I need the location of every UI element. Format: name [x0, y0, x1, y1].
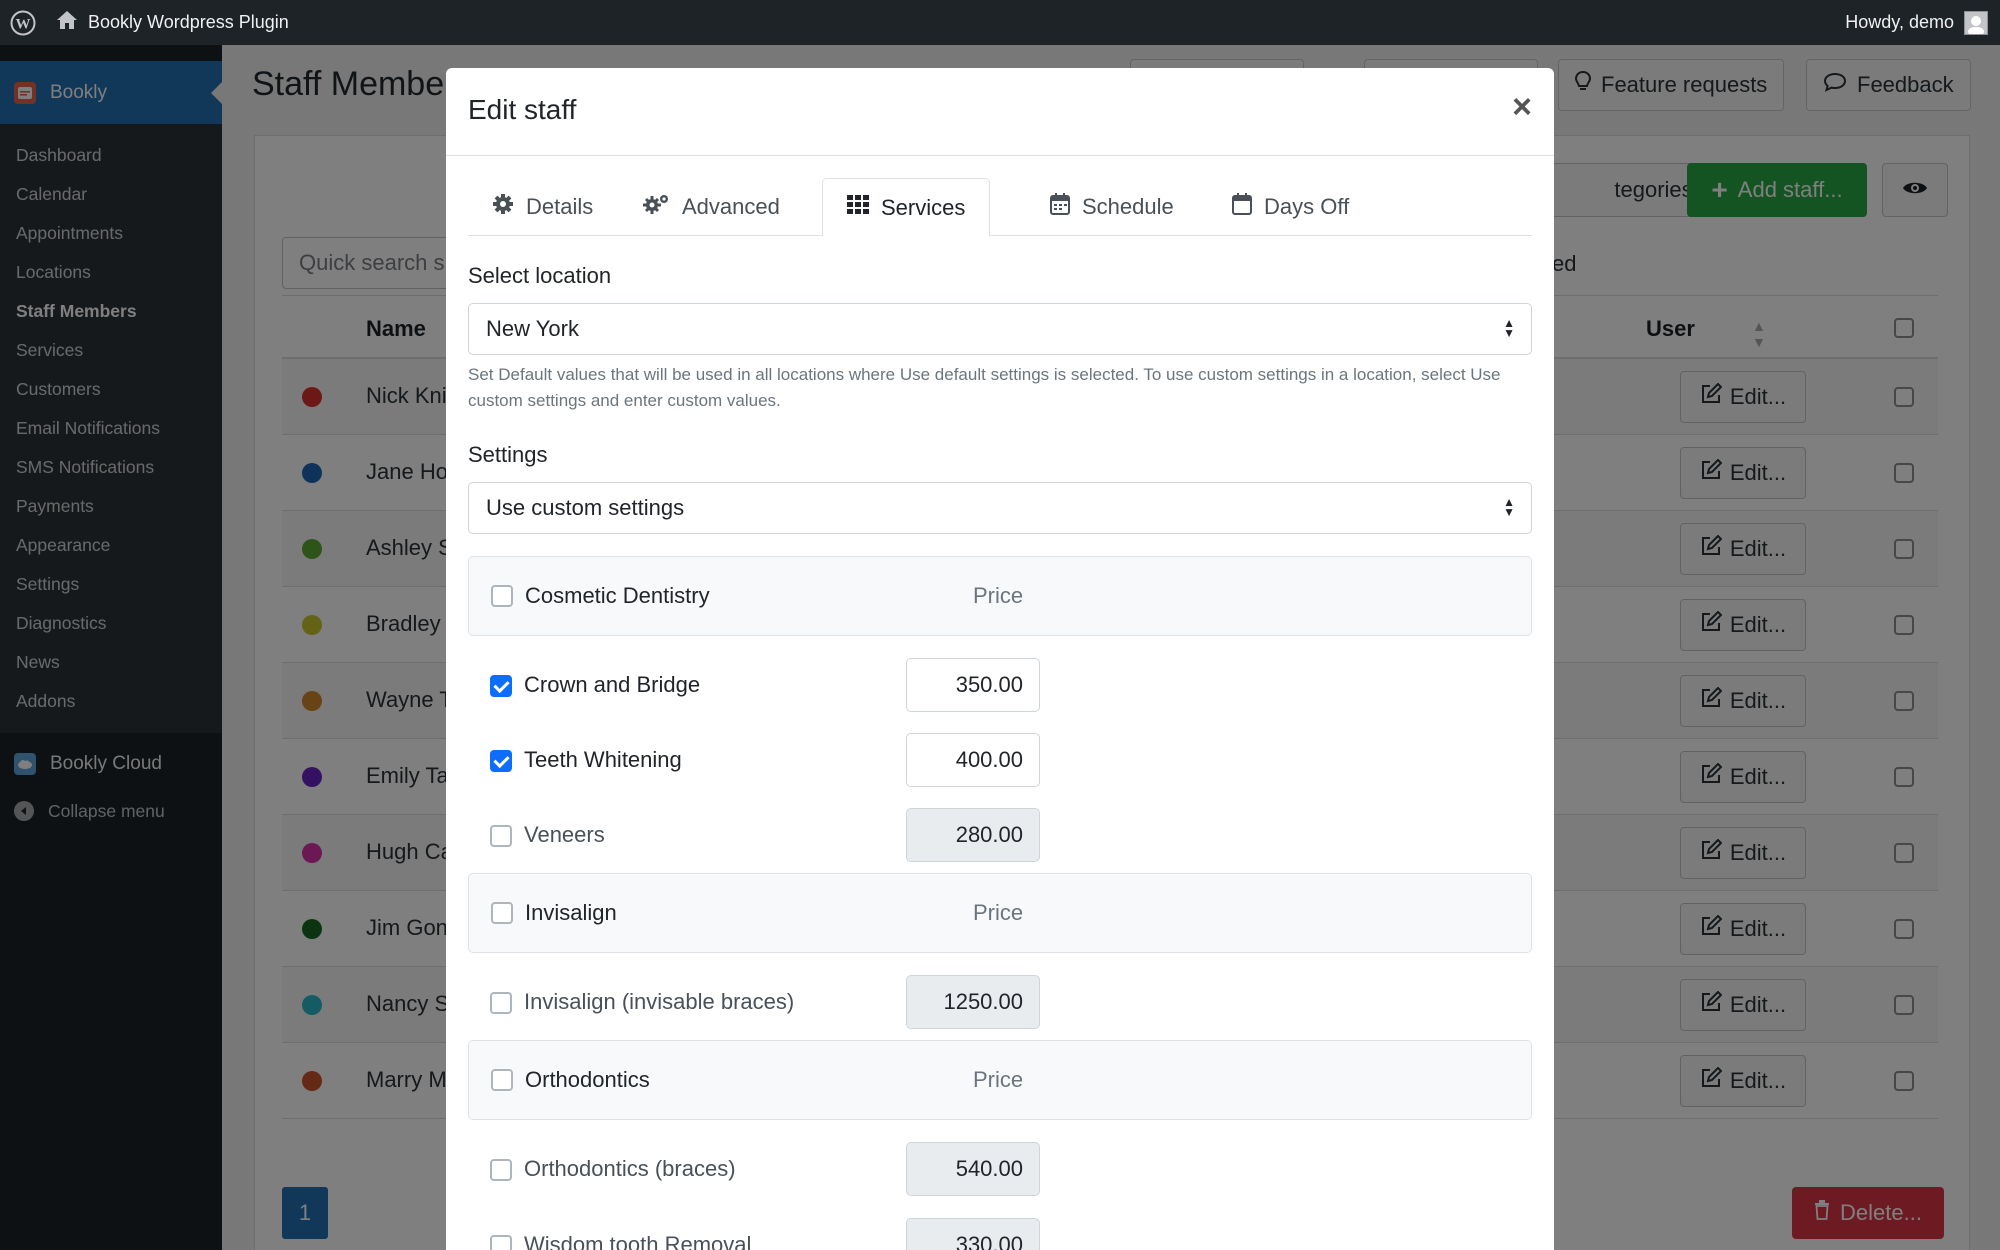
site-name: Bookly Wordpress Plugin [88, 12, 289, 32]
site-name-link[interactable]: Bookly Wordpress Plugin [46, 0, 299, 45]
tab-label: Schedule [1082, 194, 1174, 219]
service-price-input[interactable]: 1250.00 [906, 975, 1040, 1029]
price-header: Price [973, 583, 1024, 608]
close-icon[interactable]: × [1512, 90, 1532, 124]
modal-header: Edit staff × [446, 68, 1554, 156]
admin-bar: W Bookly Wordpress Plugin Howdy, demo [0, 0, 2000, 45]
modal-title: Edit staff [468, 94, 577, 125]
service-checkbox[interactable] [490, 825, 512, 847]
service-checkbox[interactable] [490, 992, 512, 1014]
settings-select-value: Use custom settings [486, 495, 685, 520]
location-select-value: New York [486, 316, 579, 341]
home-icon [56, 10, 78, 35]
tab-details[interactable]: Details [468, 178, 617, 236]
howdy-text: Howdy, demo [1845, 12, 1954, 32]
location-help-text: Set Default values that will be used in … [468, 365, 1501, 410]
tab-label: Details [526, 194, 594, 219]
grid-icon [847, 194, 869, 221]
service-price-input[interactable]: 400.00 [906, 733, 1040, 787]
settings-select[interactable]: Use custom settings ▲ ▼ [468, 482, 1532, 534]
service-row: Teeth Whitening 400.00 [490, 733, 1532, 787]
category-name: Invisalign [525, 900, 617, 925]
user-menu[interactable]: Howdy, demo [1845, 0, 1988, 45]
gear-icon [492, 193, 514, 221]
tab-label: Advanced [682, 194, 780, 219]
category-checkbox[interactable] [491, 1069, 513, 1091]
service-row: Wisdom tooth Removal 330.00 [490, 1218, 1532, 1250]
service-row: Crown and Bridge 350.00 [490, 658, 1532, 712]
service-price-input[interactable]: 330.00 [906, 1218, 1040, 1250]
category-card: Cosmetic Dentistry Price [468, 556, 1532, 636]
tab-schedule[interactable]: Schedule [1026, 178, 1198, 236]
service-row: Orthodontics (braces) 540.00 [490, 1142, 1532, 1196]
service-checkbox[interactable] [490, 750, 512, 772]
service-name: Wisdom tooth Removal [524, 1232, 752, 1250]
service-checkbox[interactable] [490, 675, 512, 697]
gears-icon [642, 193, 670, 221]
service-row: Veneers 280.00 [490, 808, 1532, 862]
price-header: Price [973, 1067, 1024, 1092]
tab-advanced[interactable]: Advanced [618, 178, 804, 236]
category-card: Orthodontics Price [468, 1040, 1532, 1120]
price-header: Price [973, 900, 1024, 925]
location-select[interactable]: New York ▲ ▼ [468, 303, 1532, 355]
tab-services[interactable]: Services [822, 178, 991, 237]
service-name: Veneers [524, 822, 605, 847]
category-checkbox[interactable] [491, 585, 513, 607]
tab-days-off[interactable]: Days Off [1208, 178, 1373, 236]
select-caret-icon: ▲ ▼ [1503, 495, 1515, 519]
svg-text:W: W [16, 16, 31, 32]
service-price-input[interactable]: 280.00 [906, 808, 1040, 862]
modal-tabs: Details Advanced Services Schedule Days … [468, 178, 1532, 237]
service-name: Orthodontics (braces) [524, 1156, 736, 1181]
service-price-input[interactable]: 540.00 [906, 1142, 1040, 1196]
calendar-blank-icon [1232, 193, 1252, 221]
service-row: Invisalign (invisable braces) 1250.00 [490, 975, 1532, 1029]
select-caret-icon: ▲ ▼ [1503, 316, 1515, 340]
tab-label: Days Off [1264, 194, 1350, 219]
select-location-label: Select location [468, 263, 612, 288]
service-price-input[interactable]: 350.00 [906, 658, 1040, 712]
tab-label: Services [881, 194, 966, 220]
service-name: Teeth Whitening [524, 747, 682, 772]
category-name: Cosmetic Dentistry [525, 583, 710, 608]
avatar [1964, 10, 1988, 35]
edit-staff-modal: Edit staff × Details Advanced Services S… [446, 68, 1554, 1250]
service-checkbox[interactable] [490, 1235, 512, 1250]
service-name: Invisalign (invisable braces) [524, 989, 795, 1014]
settings-label: Settings [468, 442, 548, 467]
service-checkbox[interactable] [490, 1159, 512, 1181]
calendar-icon [1050, 193, 1070, 221]
wordpress-logo-icon[interactable]: W [0, 0, 46, 45]
service-name: Crown and Bridge [524, 672, 701, 697]
category-card: Invisalign Price [468, 873, 1532, 953]
category-checkbox[interactable] [491, 902, 513, 924]
category-name: Orthodontics [525, 1067, 650, 1092]
